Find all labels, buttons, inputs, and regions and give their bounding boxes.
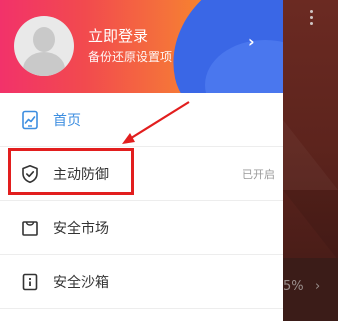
chevron-right-icon: › <box>315 279 321 294</box>
menu-item-label: 安全市场 <box>53 221 109 237</box>
navigation-drawer: 立即登录 备份还原设置项 › 首页 主动防御 已开启 安全市场 安全沙箱 <box>0 0 283 321</box>
menu-item-label: 主动防御 <box>53 167 109 183</box>
sandbox-icon <box>20 272 40 292</box>
avatar[interactable] <box>14 16 74 76</box>
menu-item-active-defense[interactable]: 主动防御 已开启 <box>0 147 283 201</box>
status-label: 已开启 <box>242 168 275 181</box>
background-app: 5% › <box>283 0 338 321</box>
background-facet <box>283 120 338 190</box>
trend-chart-icon <box>20 110 40 130</box>
menu-item-label: 安全沙箱 <box>53 275 109 291</box>
menu-item-label: 首页 <box>53 113 81 129</box>
menu-item-security-market[interactable]: 安全市场 <box>0 201 283 255</box>
background-facet <box>283 190 338 260</box>
shield-check-icon <box>20 164 40 184</box>
menu-item-security-sandbox[interactable]: 安全沙箱 <box>0 255 283 309</box>
login-subtitle: 备份还原设置项 <box>88 50 173 64</box>
drawer-header[interactable]: 立即登录 备份还原设置项 › <box>0 0 283 93</box>
shopping-bag-icon <box>20 218 40 238</box>
drawer-menu: 首页 主动防御 已开启 安全市场 安全沙箱 <box>0 93 283 309</box>
chevron-right-icon[interactable]: › <box>248 32 255 51</box>
avatar-head <box>33 27 55 52</box>
menu-item-home[interactable]: 首页 <box>0 93 283 147</box>
background-percent: 5% <box>283 279 304 294</box>
login-title[interactable]: 立即登录 <box>88 25 148 46</box>
overflow-menu-icon[interactable] <box>310 10 314 28</box>
avatar-shoulders <box>23 52 65 76</box>
